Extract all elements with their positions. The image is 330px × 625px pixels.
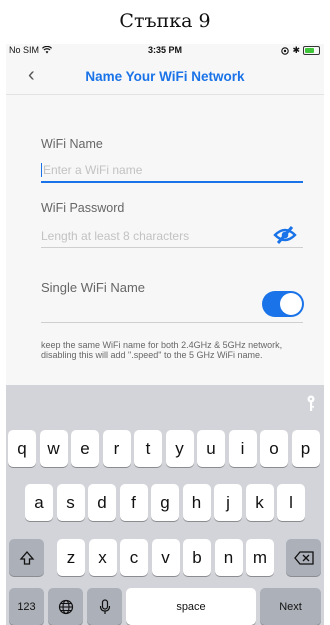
shift-key[interactable] — [9, 539, 44, 576]
bluetooth-icon: ✱ — [292, 45, 300, 55]
key-c[interactable]: c — [120, 539, 148, 576]
key-l[interactable]: l — [277, 484, 305, 521]
battery-icon — [303, 46, 320, 55]
key-t[interactable]: t — [134, 430, 162, 467]
key-o[interactable]: o — [260, 430, 288, 467]
wifi-name-placeholder: Enter a WiFi name — [43, 163, 143, 177]
key-b[interactable]: b — [183, 539, 211, 576]
key-g[interactable]: g — [151, 484, 179, 521]
key-y[interactable]: y — [165, 430, 194, 467]
key-x[interactable]: x — [88, 539, 117, 576]
status-bar: No SIM 3:35 PM ✱ — [6, 44, 324, 58]
key-w[interactable]: w — [39, 430, 68, 467]
nav-bar: ‹ Name Your WiFi Network — [6, 60, 324, 95]
key-u[interactable]: u — [197, 430, 225, 467]
wifi-name-input[interactable]: Enter a WiFi name — [41, 159, 303, 183]
key-j[interactable]: j — [214, 484, 242, 521]
dictation-key[interactable] — [87, 588, 122, 625]
wifi-name-label: WiFi Name — [41, 137, 103, 151]
key-e[interactable]: e — [71, 430, 99, 467]
wifi-password-input[interactable]: Length at least 8 characters — [41, 225, 303, 248]
wifi-password-label: WiFi Password — [41, 201, 125, 215]
single-wifi-name-toggle[interactable] — [262, 291, 304, 317]
step-caption: Стъпка 9 — [119, 10, 211, 32]
key-n[interactable]: n — [214, 539, 243, 576]
single-name-note: keep the same WiFi name for both 2.4GHz … — [41, 340, 283, 360]
phone-screen: No SIM 3:35 PM ✱ ‹ Name Your WiFi Networ… — [6, 44, 324, 625]
numbers-key[interactable]: 123 — [9, 588, 44, 625]
key-f[interactable]: f — [119, 484, 148, 521]
wifi-password-placeholder: Length at least 8 characters — [41, 229, 190, 243]
on-screen-keyboard: qwertyuiop asdfghjkl zxcvbnm 123 space N… — [6, 385, 324, 625]
next-key[interactable]: Next — [260, 588, 321, 625]
backspace-icon — [293, 550, 314, 565]
key-v[interactable]: v — [151, 539, 180, 576]
toggle-knob — [280, 293, 302, 315]
key-s[interactable]: s — [56, 484, 85, 521]
backspace-key[interactable] — [286, 539, 321, 576]
status-time: 3:35 PM — [147, 45, 182, 55]
single-wifi-name-label: Single WiFi Name — [41, 280, 146, 295]
microphone-icon — [99, 598, 110, 614]
key-d[interactable]: d — [88, 484, 116, 521]
password-key-icon[interactable] — [306, 394, 316, 412]
key-k[interactable]: k — [245, 484, 274, 521]
key-i[interactable]: i — [228, 430, 257, 467]
key-z[interactable]: z — [57, 539, 85, 576]
key-q[interactable]: q — [8, 430, 36, 467]
hide-password-icon[interactable] — [273, 225, 297, 245]
globe-key[interactable] — [48, 588, 83, 625]
page-title: Name Your WiFi Network — [85, 69, 245, 84]
section-divider — [41, 322, 303, 323]
key-m[interactable]: m — [246, 539, 274, 576]
key-r[interactable]: r — [102, 430, 131, 467]
globe-icon — [58, 599, 73, 614]
keyboard-toolbar — [6, 385, 324, 421]
key-h[interactable]: h — [182, 484, 211, 521]
key-p[interactable]: p — [291, 430, 320, 467]
wifi-form: WiFi Name Enter a WiFi name WiFi Passwor… — [6, 95, 324, 413]
text-caret — [41, 163, 42, 177]
key-a[interactable]: a — [25, 484, 53, 521]
location-lock-icon — [281, 46, 290, 55]
shift-arrow-icon — [19, 550, 34, 565]
space-key[interactable]: space — [126, 588, 256, 625]
